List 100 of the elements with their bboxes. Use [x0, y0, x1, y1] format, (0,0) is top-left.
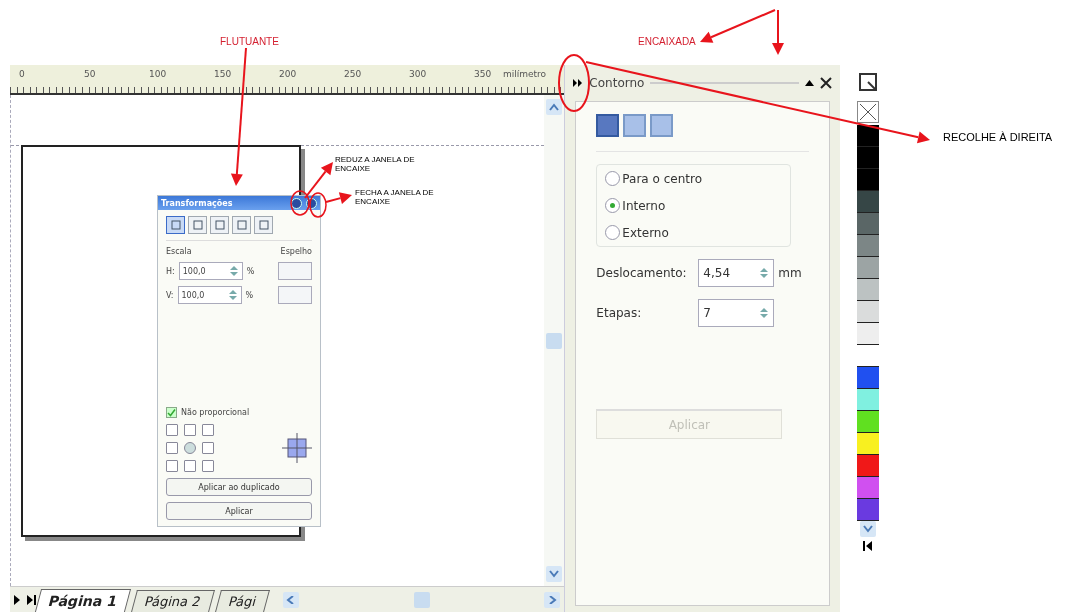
tool-tab[interactable] — [166, 216, 185, 234]
color-swatch[interactable] — [857, 213, 879, 235]
annotation-label: ENCAIXADA — [638, 36, 696, 47]
spinner-icon[interactable] — [759, 266, 770, 280]
ruler-number: 50 — [84, 69, 96, 79]
radio-button[interactable] — [605, 198, 621, 213]
scroll-right-button[interactable] — [544, 592, 561, 608]
annotation-label: RECOLHE À DIREITA — [943, 131, 1053, 144]
color-swatch[interactable] — [857, 301, 879, 323]
checkbox[interactable] — [166, 407, 177, 418]
palette-options-icon[interactable] — [859, 73, 877, 91]
anchor-point[interactable] — [202, 424, 214, 436]
radio-label: Externo — [622, 225, 669, 240]
spinner-icon[interactable] — [759, 306, 770, 320]
scroll-down-button[interactable] — [546, 566, 563, 582]
color-swatch[interactable] — [857, 125, 879, 147]
field-label: Deslocamento: — [596, 266, 688, 280]
page-tab[interactable]: Página 2 — [131, 590, 215, 612]
page-tab[interactable]: Página 1 — [34, 589, 132, 612]
spinner-icon[interactable] — [228, 264, 239, 278]
color-swatch[interactable] — [857, 455, 879, 477]
scroll-down-button[interactable] — [860, 521, 876, 537]
unit-label: % — [246, 266, 255, 276]
color-swatch[interactable] — [857, 257, 879, 279]
mirror-button[interactable] — [278, 262, 312, 280]
anchor-point[interactable] — [166, 460, 178, 472]
anchor-point[interactable] — [166, 442, 178, 454]
checkbox-label: Não proporcional — [181, 408, 250, 417]
chevron-icon — [549, 103, 560, 111]
mode-button[interactable] — [650, 114, 674, 137]
offset-field[interactable]: 4,54 — [698, 259, 775, 287]
no-color-swatch[interactable] — [857, 101, 879, 123]
ruler-number: 350 — [474, 69, 492, 79]
ruler-number: 300 — [409, 69, 427, 79]
color-swatch[interactable] — [857, 323, 879, 345]
field-label: H: — [166, 266, 175, 276]
color-swatch[interactable] — [857, 169, 879, 191]
color-swatch[interactable] — [857, 389, 879, 411]
color-swatch[interactable] — [857, 477, 879, 499]
mode-button[interactable] — [596, 114, 620, 137]
scroll-thumb[interactable] — [546, 332, 563, 349]
color-swatch[interactable] — [857, 191, 879, 213]
color-swatch[interactable] — [857, 147, 879, 169]
last-page-icon[interactable] — [24, 593, 38, 607]
ruler-number: 150 — [214, 69, 232, 79]
page-tab[interactable]: Pági — [214, 590, 270, 612]
highlight-circle — [290, 190, 310, 216]
color-swatch[interactable] — [857, 279, 879, 301]
color-swatch[interactable] — [857, 411, 879, 433]
tool-tab[interactable] — [210, 216, 229, 234]
radio-label: Interno — [622, 198, 666, 213]
tool-icon — [258, 220, 269, 230]
color-swatch[interactable] — [857, 367, 879, 389]
unit-label: % — [245, 290, 254, 300]
anchor-point[interactable] — [184, 442, 196, 454]
mirror-button[interactable] — [278, 286, 312, 304]
apply-button[interactable]: Aplicar ao duplicado — [166, 478, 312, 496]
shrink-button[interactable] — [291, 197, 302, 209]
ruler-number: 100 — [149, 69, 167, 79]
annotation-label: FECHA A JANELA DE ENCAIXE — [355, 189, 435, 207]
anchor-point[interactable] — [166, 424, 178, 436]
preview-icon — [282, 433, 312, 463]
unit-label: mm — [778, 266, 802, 280]
apply-button[interactable]: Aplicar — [166, 502, 312, 520]
anchor-point[interactable] — [184, 460, 196, 472]
field-label: Etapas: — [596, 306, 643, 320]
steps-field[interactable]: 7 — [698, 299, 775, 327]
scale-field[interactable]: 100,0 — [177, 286, 242, 304]
tool-icon — [170, 220, 181, 230]
ruler-number: 250 — [344, 69, 362, 79]
close-button[interactable] — [306, 197, 317, 209]
chevron-icon — [547, 596, 558, 604]
color-swatch[interactable] — [857, 499, 879, 521]
color-swatch[interactable] — [857, 433, 879, 455]
scroll-left-button[interactable] — [283, 592, 299, 608]
radio-button[interactable] — [605, 171, 621, 186]
mode-button[interactable] — [623, 114, 647, 137]
mirror-label: Espelho — [280, 247, 312, 256]
anchor-point[interactable] — [202, 460, 214, 472]
highlight-circle — [558, 54, 590, 112]
tool-tab[interactable] — [232, 216, 251, 234]
collapse-icon[interactable] — [573, 79, 584, 87]
spinner-icon[interactable] — [227, 288, 238, 302]
tool-tab[interactable] — [188, 216, 207, 234]
scroll-thumb[interactable] — [413, 592, 430, 608]
scale-field[interactable]: 100,0 — [178, 262, 243, 280]
caret-icon[interactable] — [805, 80, 815, 86]
tool-tab[interactable] — [254, 216, 273, 234]
radio-button[interactable] — [605, 225, 621, 240]
anchor-point[interactable] — [184, 424, 196, 436]
chevron-icon — [863, 525, 873, 533]
color-swatch[interactable] — [857, 235, 879, 257]
palette-end-icon[interactable] — [863, 541, 873, 551]
close-icon[interactable] — [820, 77, 833, 89]
chevron-icon — [549, 570, 560, 578]
tool-icon — [236, 220, 247, 230]
ruler-number: 0 — [19, 69, 25, 79]
anchor-point[interactable] — [202, 442, 214, 454]
scroll-up-button[interactable] — [546, 99, 563, 115]
ruler-number: 200 — [279, 69, 297, 79]
